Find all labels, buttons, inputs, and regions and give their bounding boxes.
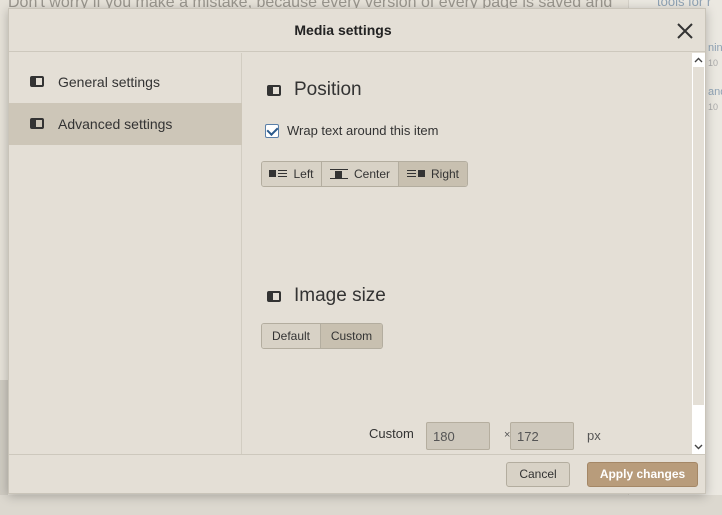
panel-icon xyxy=(30,118,44,129)
custom-size-label: Custom xyxy=(369,426,414,441)
background-right-text: and xyxy=(708,86,722,98)
custom-size-button[interactable]: Custom xyxy=(321,324,382,348)
align-right-label: Right xyxy=(430,167,459,181)
sidebar-item-advanced-settings[interactable]: Advanced settings xyxy=(9,103,242,145)
media-settings-dialog: Media settings General settings Advanced… xyxy=(8,8,706,494)
align-left-button[interactable]: Left xyxy=(262,162,322,186)
align-center-label: Center xyxy=(353,167,391,181)
wrap-text-checkbox[interactable] xyxy=(265,124,279,138)
height-input[interactable] xyxy=(510,422,574,450)
panel-icon xyxy=(267,291,281,302)
background-right-text: nin xyxy=(708,42,722,54)
wrap-text-label: Wrap text around this item xyxy=(287,123,439,138)
background-bottom xyxy=(0,495,722,515)
sidebar-item-label: General settings xyxy=(58,74,160,90)
close-icon xyxy=(677,23,693,39)
sidebar: General settings Advanced settings xyxy=(9,53,242,454)
advanced-settings-panel: Position Wrap text around this item Left xyxy=(244,53,690,454)
background-right-text: 10 xyxy=(708,58,719,68)
scroll-up-icon[interactable] xyxy=(694,56,703,65)
scroll-down-icon[interactable] xyxy=(694,442,703,451)
cancel-button[interactable]: Cancel xyxy=(506,462,570,487)
dialog-footer: Cancel Apply changes xyxy=(9,454,705,493)
panel-icon xyxy=(30,76,44,87)
default-size-button[interactable]: Default xyxy=(262,324,321,348)
align-right-button[interactable]: Right xyxy=(399,162,467,186)
close-button[interactable] xyxy=(673,19,697,43)
sidebar-item-general-settings[interactable]: General settings xyxy=(9,61,242,103)
sidebar-item-label: Advanced settings xyxy=(58,116,173,132)
unit-label: px xyxy=(587,428,601,443)
dialog-header: Media settings xyxy=(9,9,705,52)
image-size-button-group: Default Custom xyxy=(261,323,383,349)
apply-changes-button[interactable]: Apply changes xyxy=(587,462,698,487)
scroll-thumb[interactable] xyxy=(693,67,704,405)
align-right-icon xyxy=(406,169,425,179)
width-input[interactable] xyxy=(426,422,490,450)
dialog-title: Media settings xyxy=(294,22,392,38)
align-left-label: Left xyxy=(293,167,314,181)
alignment-button-group: Left Center Right xyxy=(261,161,468,187)
position-heading: Position xyxy=(294,79,362,100)
panel-scrollbar[interactable] xyxy=(692,53,705,454)
image-size-heading: Image size xyxy=(294,285,386,306)
align-center-icon xyxy=(329,169,348,179)
align-left-icon xyxy=(269,169,288,179)
panel-icon xyxy=(267,85,281,96)
align-center-button[interactable]: Center xyxy=(322,162,399,186)
background-right-text: 10 xyxy=(708,102,719,112)
